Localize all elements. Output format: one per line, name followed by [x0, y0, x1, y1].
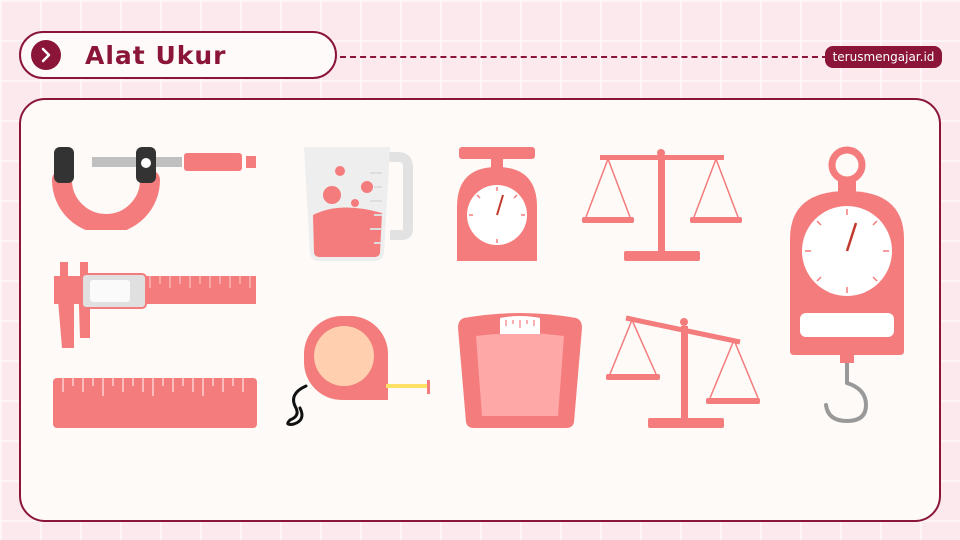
caliper-icon	[54, 262, 256, 348]
micrometer-icon	[52, 147, 256, 230]
chevron-right-icon	[31, 40, 61, 70]
measuring-cup-icon	[304, 147, 413, 261]
page-title: Alat Ukur	[85, 40, 227, 70]
brand-badge: terusmengajar.id	[825, 46, 942, 68]
tape-measure-icon	[286, 316, 430, 426]
kitchen-scale-icon	[457, 147, 537, 261]
hanging-scale-icon	[790, 146, 904, 424]
bathroom-scale-icon	[458, 313, 582, 428]
page-title-pill: Alat Ukur	[19, 31, 337, 79]
balance-scale-icon	[582, 149, 742, 261]
ruler-icon	[53, 378, 257, 428]
balance-scale-tilted-icon	[606, 315, 760, 428]
header-divider	[340, 56, 828, 58]
